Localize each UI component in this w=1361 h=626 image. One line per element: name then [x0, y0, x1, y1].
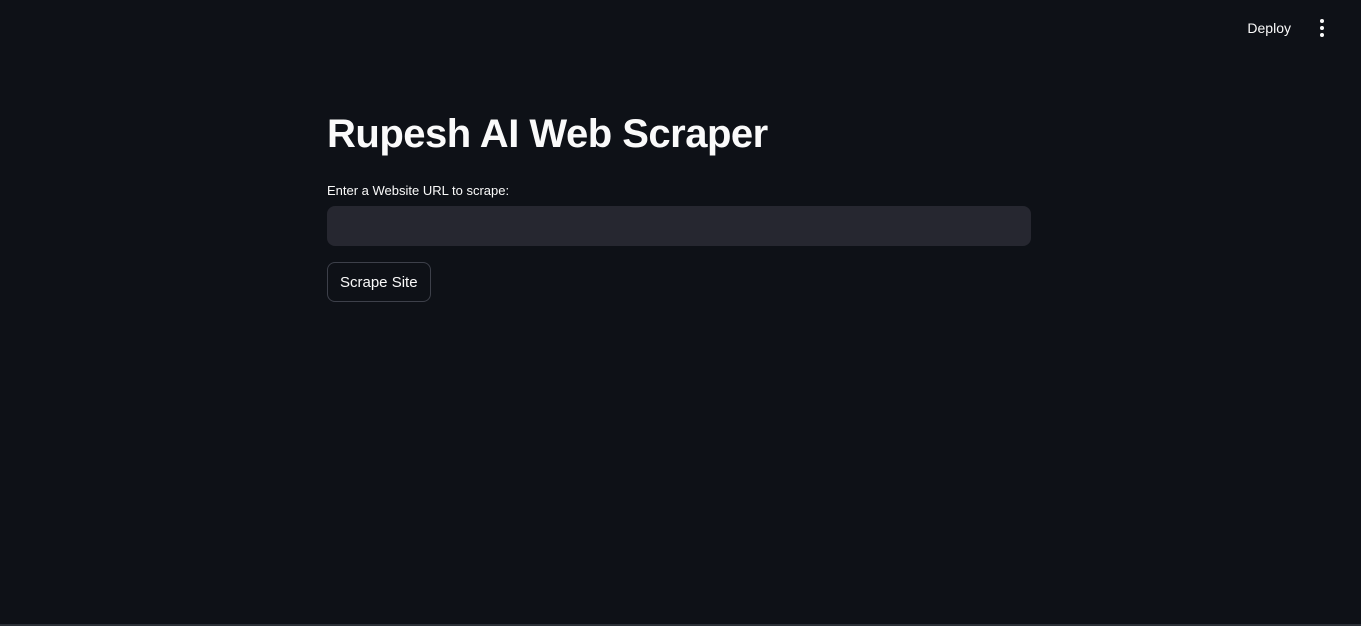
- top-toolbar: Deploy: [1241, 0, 1361, 56]
- main-content: Rupesh AI Web Scraper Enter a Website UR…: [327, 108, 1031, 302]
- url-input[interactable]: [327, 206, 1031, 246]
- deploy-button[interactable]: Deploy: [1241, 14, 1297, 42]
- app-window: Deploy Rupesh AI Web Scraper Enter a Web…: [0, 0, 1361, 626]
- url-field-label: Enter a Website URL to scrape:: [327, 183, 510, 198]
- page-title: Rupesh AI Web Scraper: [327, 112, 768, 156]
- vertical-ellipsis-icon: [1320, 19, 1324, 23]
- main-menu-button[interactable]: [1311, 17, 1333, 39]
- scrape-site-button[interactable]: Scrape Site: [327, 262, 431, 302]
